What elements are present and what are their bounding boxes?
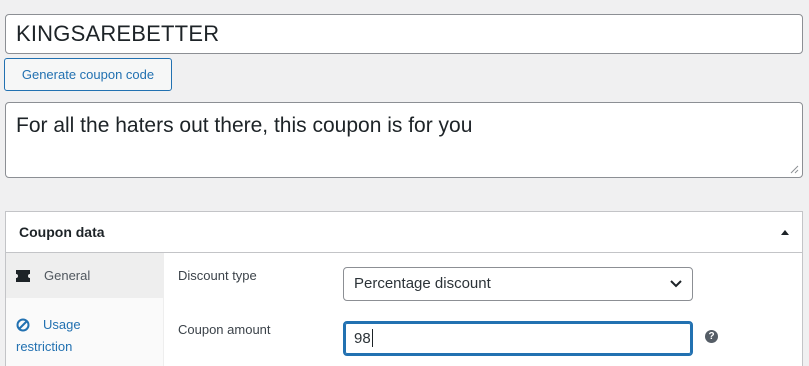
text-cursor [371,329,373,348]
coupon-description-textarea[interactable]: For all the haters out there, this coupo… [5,102,803,178]
tab-usage-restriction[interactable]: Usage restriction [6,298,163,358]
coupon-amount-row: Coupon amount [178,322,271,337]
discount-type-row: Discount type [178,268,257,283]
description-text: For all the haters out there, this coupo… [16,114,473,137]
help-tip-icon[interactable]: ? [705,330,718,343]
resize-grip-icon[interactable] [790,165,799,174]
tab-usage-label-line1: Usage [43,317,81,332]
discount-type-select[interactable]: Percentage discount [343,267,693,301]
coupon-data-tabs: General Usage restriction [6,253,164,366]
panel-header[interactable]: Coupon data [6,212,802,253]
coupon-edit-screen: KINGSAREBETTER Generate coupon code For … [0,0,809,366]
tab-general[interactable]: General [6,253,163,298]
coupon-code-input[interactable]: KINGSAREBETTER [5,14,803,54]
ticket-icon [16,269,30,282]
coupon-amount-input[interactable]: 98 [343,321,693,356]
tab-usage-label-line2: restriction [16,339,73,354]
discount-type-value: Percentage discount [354,275,491,292]
coupon-amount-label: Coupon amount [178,322,271,337]
no-entry-icon [16,318,30,332]
generate-coupon-code-button[interactable]: Generate coupon code [4,58,172,91]
panel-title: Coupon data [19,224,105,240]
coupon-amount-value: 98 [354,330,371,347]
collapse-toggle-icon[interactable] [781,229,789,235]
coupon-data-panel: Coupon data General Usage restriction Di… [5,211,803,366]
discount-type-label: Discount type [178,268,257,283]
chevron-down-icon [670,280,682,288]
tab-general-label: General [44,268,91,283]
